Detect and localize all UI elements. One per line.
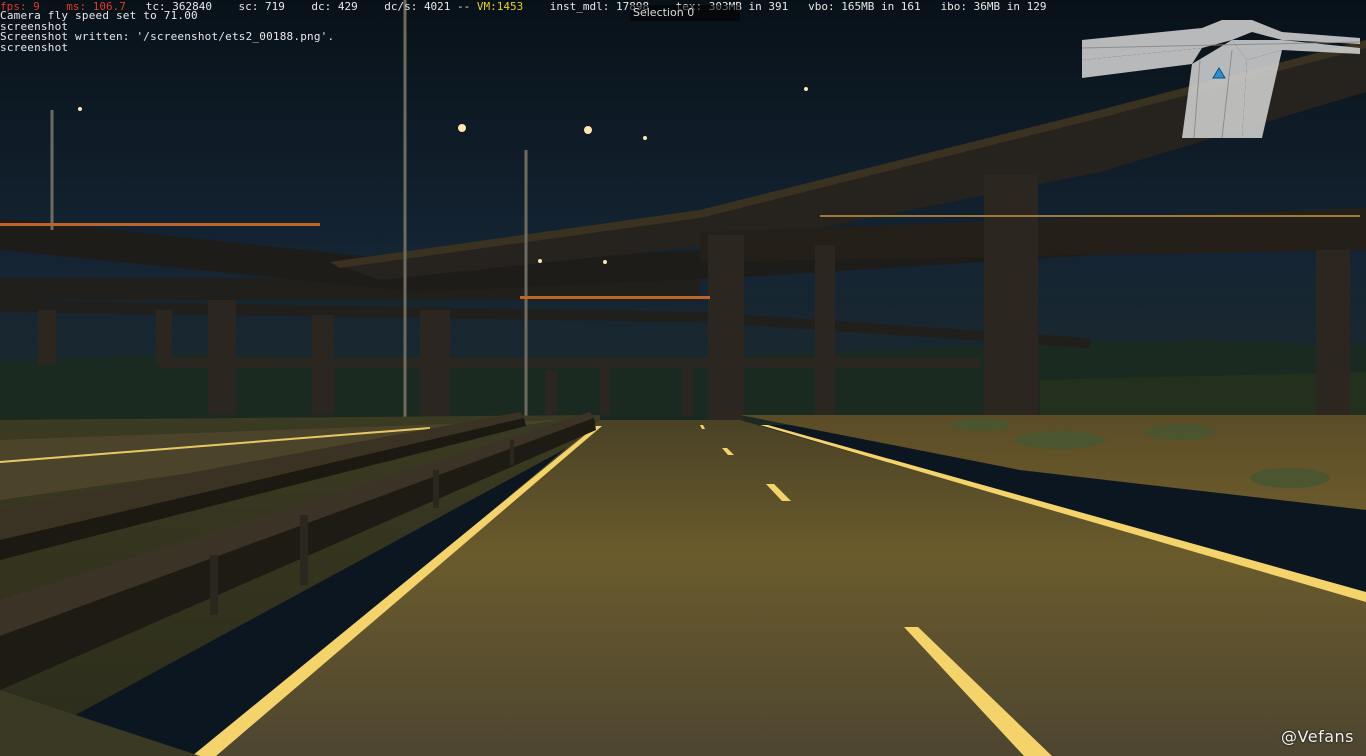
console-line: screenshot — [0, 40, 69, 54]
minimap[interactable] — [1082, 20, 1360, 138]
dcs-stat: dc/s: 4021 -- — [384, 0, 471, 13]
watermark: @Vefans — [1281, 727, 1354, 746]
vbo-stat: vbo: 165MB in 161 — [808, 0, 921, 13]
vm-stat: VM:1453 — [476, 0, 524, 13]
selection-indicator: Selection 0 — [630, 5, 740, 21]
console-log: Camera fly speed set to 71.00 screenshot S… — [0, 10, 334, 54]
ibo-stat: ibo: 36MB in 129 — [940, 0, 1047, 13]
